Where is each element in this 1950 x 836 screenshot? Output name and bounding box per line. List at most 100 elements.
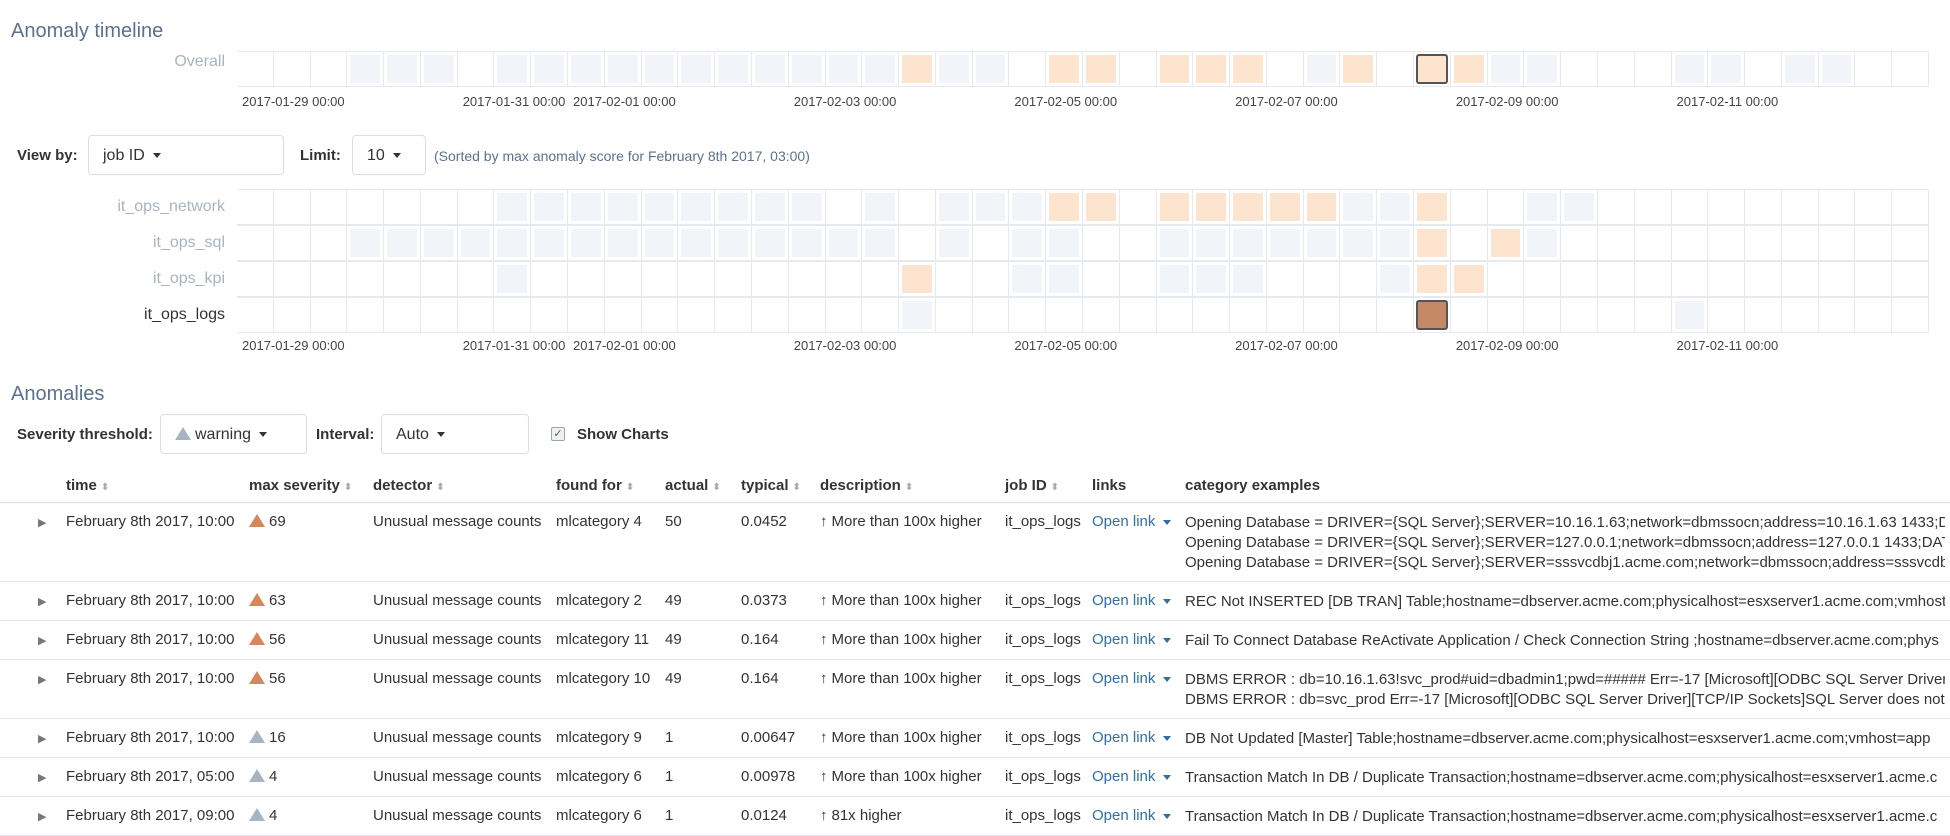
swimlane-cell[interactable] <box>1009 189 1047 225</box>
open-link-dropdown[interactable]: Open link <box>1092 592 1172 609</box>
swimlane-cell[interactable] <box>347 51 385 87</box>
swimlane-cell[interactable] <box>862 51 900 87</box>
swimlane-cell[interactable] <box>1119 189 1157 225</box>
swimlane-cell[interactable] <box>1892 261 1929 297</box>
swimlane-cell[interactable] <box>1634 189 1672 225</box>
overall-swimlane[interactable] <box>237 51 1929 87</box>
table-row[interactable]: ▶ February 8th 2017, 10:00 56 Unusual messa… <box>0 620 1950 660</box>
swimlane-cell[interactable] <box>1524 51 1562 87</box>
swimlane-label[interactable]: it_ops_logs <box>60 306 225 324</box>
expand-cell[interactable]: ▶ <box>0 502 66 582</box>
swimlane-cell[interactable] <box>788 297 826 333</box>
swimlane-cell[interactable] <box>972 225 1010 261</box>
swimlane-cell[interactable] <box>1414 297 1451 333</box>
open-link-dropdown[interactable]: Open link <box>1092 631 1172 648</box>
expand-row-icon[interactable]: ▶ <box>0 635 46 647</box>
swimlane-cell[interactable] <box>825 189 863 225</box>
column-header-job-id[interactable]: job ID ⬍ <box>1005 468 1092 503</box>
swimlane-label[interactable]: it_ops_sql <box>60 234 225 252</box>
swimlane-cell[interactable] <box>1009 225 1047 261</box>
swimlane-cell[interactable] <box>531 225 569 261</box>
expand-cell[interactable]: ▶ <box>0 718 66 758</box>
swimlane-cell[interactable] <box>273 51 311 87</box>
swimlane-cell[interactable] <box>641 297 679 333</box>
swimlane-cell[interactable] <box>1377 297 1415 333</box>
swimlane-cell[interactable] <box>1708 189 1746 225</box>
swimlane-cell[interactable] <box>1083 189 1120 225</box>
swimlane-cell[interactable] <box>1487 225 1525 261</box>
swimlane-cell[interactable] <box>1781 297 1819 333</box>
swimlane-cell[interactable] <box>825 261 863 297</box>
swimlane-cell[interactable] <box>1708 225 1746 261</box>
swimlane-cell[interactable] <box>715 51 752 87</box>
open-link-dropdown[interactable]: Open link <box>1092 513 1172 530</box>
swimlane-cell[interactable] <box>788 189 826 225</box>
swimlane-cell[interactable] <box>347 297 385 333</box>
expand-row-icon[interactable]: ▶ <box>0 596 46 608</box>
swimlane-cell[interactable] <box>899 225 936 261</box>
swimlane-cell[interactable] <box>310 51 348 87</box>
swimlane-cell[interactable] <box>1634 261 1672 297</box>
swimlane-cell[interactable] <box>384 225 421 261</box>
swimlane-cell[interactable] <box>1450 261 1488 297</box>
swimlane-cell[interactable] <box>1818 261 1856 297</box>
swimlane-cell[interactable] <box>935 297 973 333</box>
swimlane-cell[interactable] <box>1487 189 1525 225</box>
expand-row-icon[interactable]: ▶ <box>0 811 46 823</box>
expand-row-icon[interactable]: ▶ <box>0 517 46 529</box>
swimlane-cell[interactable] <box>1083 51 1120 87</box>
swimlane-cell[interactable] <box>384 261 421 297</box>
swimlane-cell[interactable] <box>1671 297 1709 333</box>
swimlane-cell[interactable] <box>273 297 311 333</box>
swimlane-cell[interactable] <box>1046 297 1083 333</box>
swimlane-cell[interactable] <box>1745 51 1782 87</box>
swimlane-cell[interactable] <box>1487 297 1525 333</box>
swimlane-cell[interactable] <box>420 225 458 261</box>
swimlane-cell[interactable] <box>384 297 421 333</box>
swimlane-cell[interactable] <box>310 297 348 333</box>
job-swimlane[interactable] <box>237 297 1929 333</box>
swimlane-cell[interactable] <box>531 297 569 333</box>
swimlane-cell[interactable] <box>1414 225 1451 261</box>
swimlane-cell[interactable] <box>1708 297 1746 333</box>
column-header-time[interactable]: time ⬍ <box>66 468 249 503</box>
swimlane-cell[interactable] <box>1266 51 1304 87</box>
swimlane-cell[interactable] <box>1671 261 1709 297</box>
swimlane-cell[interactable] <box>1671 225 1709 261</box>
swimlane-cell[interactable] <box>1414 189 1451 225</box>
swimlane-cell[interactable] <box>1855 297 1893 333</box>
swimlane-cell[interactable] <box>531 261 569 297</box>
show-charts-checkbox[interactable]: ✓ <box>551 427 565 441</box>
swimlane-cell[interactable] <box>641 225 679 261</box>
swimlane-cell[interactable] <box>273 261 311 297</box>
swimlane-cell[interactable] <box>862 261 900 297</box>
swimlane-cell[interactable] <box>715 225 752 261</box>
swimlane-cell[interactable] <box>1266 189 1304 225</box>
swimlane-cell[interactable] <box>1119 51 1157 87</box>
swimlane-cell[interactable] <box>1414 261 1451 297</box>
swimlane-cell[interactable] <box>1266 261 1304 297</box>
show-charts-label[interactable]: Show Charts <box>577 426 669 443</box>
open-link-dropdown[interactable]: Open link <box>1092 729 1172 746</box>
interval-select[interactable]: Auto <box>381 414 529 454</box>
swimlane-cell[interactable] <box>1597 225 1635 261</box>
swimlane-cell[interactable] <box>1634 297 1672 333</box>
links-cell[interactable]: Open link <box>1092 502 1185 582</box>
swimlane-cell[interactable] <box>1156 225 1194 261</box>
swimlane-cell[interactable] <box>310 225 348 261</box>
swimlane-cell[interactable] <box>899 189 936 225</box>
swimlane-cell[interactable] <box>1156 51 1194 87</box>
swimlane-cell[interactable] <box>1597 297 1635 333</box>
swimlane-cell[interactable] <box>899 261 936 297</box>
swimlane-cell[interactable] <box>1561 297 1598 333</box>
swimlane-cell[interactable] <box>1303 225 1341 261</box>
swimlane-cell[interactable] <box>1230 297 1267 333</box>
swimlane-cell[interactable] <box>1561 189 1598 225</box>
swimlane-cell[interactable] <box>457 297 495 333</box>
swimlane-cell[interactable] <box>604 297 642 333</box>
swimlane-cell[interactable] <box>715 261 752 297</box>
swimlane-cell[interactable] <box>347 261 385 297</box>
swimlane-cell[interactable] <box>568 51 605 87</box>
column-header-detector[interactable]: detector ⬍ <box>373 468 556 503</box>
swimlane-cell[interactable] <box>237 225 274 261</box>
